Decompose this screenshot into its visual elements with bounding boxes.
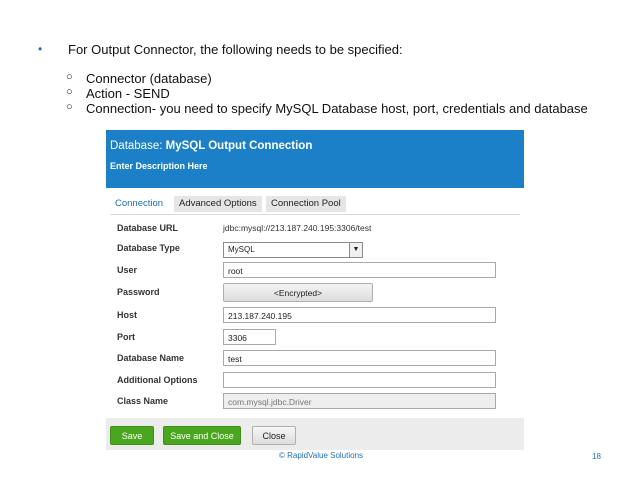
sub-item-text: Connection- you need to specify MySQL Da… (86, 101, 588, 116)
database-url-label: Database URL (117, 223, 179, 233)
database-name-label: Database Name (117, 353, 185, 363)
additional-options-input[interactable] (223, 372, 496, 388)
user-input[interactable]: root (223, 262, 496, 278)
page-number: 18 (592, 452, 601, 461)
class-name-label: Class Name (117, 396, 169, 406)
sub-bullet-circle: ○ (66, 71, 73, 83)
tab-connection-pool[interactable]: Connection Pool (266, 196, 346, 212)
connection-dialog: Database: MySQL Output Connection Enter … (106, 130, 524, 450)
port-input[interactable]: 3306 (223, 329, 276, 345)
save-button[interactable]: Save (110, 426, 154, 445)
close-button[interactable]: Close (252, 426, 296, 445)
dropdown-arrow-icon[interactable]: ▼ (349, 243, 362, 257)
database-url-value: jdbc:mysql://213.187.240.195:3306/test (223, 223, 372, 233)
tab-divider (110, 214, 520, 215)
host-label: Host (117, 310, 137, 320)
dialog-header: Database: MySQL Output Connection Enter … (106, 130, 524, 188)
dialog-footer: Save Save and Close Close (106, 418, 524, 450)
database-type-select[interactable]: MySQL ▼ (223, 242, 363, 258)
password-label: Password (117, 287, 160, 297)
dialog-title: Database: MySQL Output Connection (110, 140, 312, 152)
password-button[interactable]: <Encrypted> (223, 283, 373, 302)
host-input[interactable]: 213.187.240.195 (223, 307, 496, 323)
title-prefix: Database: (110, 140, 166, 152)
save-and-close-button[interactable]: Save and Close (163, 426, 241, 445)
class-name-input: com.mysql.jdbc.Driver (223, 393, 496, 409)
user-label: User (117, 265, 138, 275)
sub-bullet-circle: ○ (66, 101, 73, 113)
additional-options-label: Additional Options (117, 375, 198, 385)
database-type-value: MySQL (228, 245, 255, 254)
bullet-text: For Output Connector, the following need… (68, 42, 403, 57)
tab-connection[interactable]: Connection (110, 196, 169, 214)
sub-item-text: Action - SEND (86, 86, 170, 101)
sub-item-text: Connector (database) (86, 71, 212, 86)
port-label: Port (117, 332, 135, 342)
copyright-text: © RapidValue Solutions (279, 451, 364, 460)
database-name-input[interactable]: test (223, 350, 496, 366)
title-name: MySQL Output Connection (165, 140, 313, 152)
dialog-description[interactable]: Enter Description Here (110, 161, 208, 171)
bullet-dot: • (38, 42, 43, 56)
sub-bullet-circle: ○ (66, 86, 73, 98)
tab-advanced-options[interactable]: Advanced Options (174, 196, 262, 212)
database-type-label: Database Type (117, 243, 180, 253)
